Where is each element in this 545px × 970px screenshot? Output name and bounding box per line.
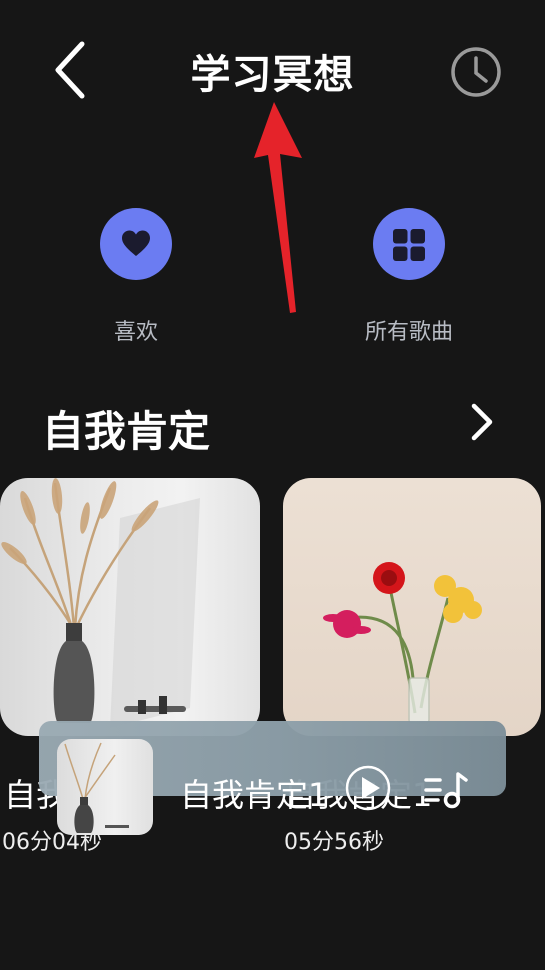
like-button[interactable]: [100, 208, 172, 280]
vase-pampas-image: [1, 478, 200, 728]
track-duration-2: 05分56秒: [284, 830, 384, 855]
playlist-button[interactable]: [424, 770, 468, 810]
heart-icon: [122, 230, 150, 256]
all-songs-button[interactable]: [373, 208, 445, 280]
annotation-arrow: [254, 102, 302, 313]
player-thumbnail: [57, 739, 153, 835]
clock-icon: [451, 47, 501, 97]
like-label: 喜欢: [113, 320, 158, 345]
playlist-icon: [424, 772, 468, 809]
track-card-2[interactable]: [283, 478, 541, 736]
track-card-1[interactable]: [0, 478, 260, 736]
history-button[interactable]: [448, 44, 504, 100]
grid-icon: [393, 229, 425, 261]
all-songs-label: 所有歌曲: [364, 320, 453, 345]
chevron-right-icon: [471, 403, 493, 441]
flowers-image: [323, 562, 482, 724]
section-title: 自我肯定: [42, 407, 211, 456]
play-icon: [345, 765, 391, 811]
play-button[interactable]: [345, 765, 391, 811]
section-more-button[interactable]: [466, 402, 496, 442]
player-title: 自我肯定1: [180, 776, 329, 814]
